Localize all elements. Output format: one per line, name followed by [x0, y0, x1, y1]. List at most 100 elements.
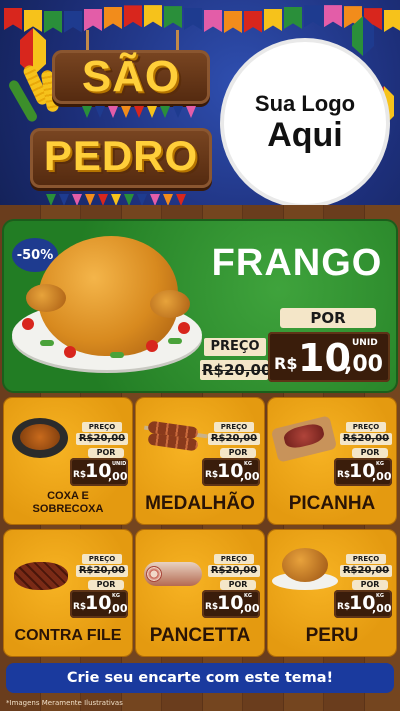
bunting-flag-icon [134, 106, 144, 118]
disclaimer: *Imagens Meramente Ilustrativas [6, 699, 123, 707]
title-sign-bottom: PEDRO [30, 128, 212, 188]
old-price: R$20,00 [202, 361, 272, 379]
preco-label: PREÇO [214, 422, 254, 432]
product-name: PERU [305, 625, 359, 646]
por-label: POR [220, 448, 256, 458]
price-unit: KG [112, 593, 120, 599]
bunting-flag-icon [173, 106, 183, 118]
festa-flag-icon [384, 10, 400, 32]
price-decimal: ,00 [372, 470, 392, 483]
cta-banner[interactable]: Crie seu encarte com este tema! [6, 663, 394, 693]
chicken-thigh-pan-icon [6, 400, 74, 464]
festa-flag-icon [4, 8, 22, 30]
por-label: POR [220, 580, 256, 590]
price-unit: KG [376, 461, 384, 467]
por-label: POR [352, 448, 388, 458]
title-line-2: PEDRO [43, 132, 199, 179]
festa-flag-icon [204, 9, 222, 32]
festa-flag-icon [184, 8, 202, 31]
festa-flag-icon [64, 10, 82, 33]
festa-flag-icon [104, 6, 122, 29]
price-currency: R$ [274, 354, 298, 373]
tomato-icon [22, 318, 34, 330]
featured-product-name: FRANGO [211, 242, 383, 284]
bunting-flag-icon [95, 106, 105, 118]
product-card[interactable]: PREÇO R$20,00 POR R$ 10,00 UNID COXA E SOBRECOX… [4, 398, 132, 524]
old-price: R$20,00 [340, 565, 392, 577]
festa-flag-icon [304, 5, 322, 28]
product-card[interactable]: PREÇO R$20,00 POR R$ 10,00 KG CONTRA FILE [4, 530, 132, 656]
logo-line-2: Aqui [267, 116, 343, 154]
bunting-flag-icon [186, 106, 196, 118]
product-card[interactable]: PREÇO R$20,00 POR R$ 10,00 KG MEDALHÃO [136, 398, 264, 524]
preco-label: PREÇO [82, 554, 122, 564]
price-box: R$ 10,00 KG [202, 458, 260, 486]
price-decimal: ,00 [372, 602, 392, 615]
preco-label: PREÇO [82, 422, 122, 432]
price-unit: KG [376, 593, 384, 599]
festa-flag-icon [324, 5, 342, 28]
bunting-flag-icon [121, 106, 131, 118]
logo-placeholder: Sua Logo Aqui [224, 42, 386, 204]
festa-flag-icon [124, 5, 142, 28]
preco-label: PREÇO [346, 422, 386, 432]
festa-flags [0, 5, 400, 36]
old-price: R$20,00 [76, 565, 128, 577]
festa-flag-icon [84, 9, 102, 31]
old-price: R$20,00 [208, 433, 260, 445]
price-unit: KG [244, 593, 252, 599]
product-card[interactable]: PREÇO R$20,00 POR R$ 10,00 KG PANCETTA [136, 530, 264, 656]
chicken-leg-icon [26, 284, 66, 312]
picanha-board-icon [270, 400, 338, 464]
price-decimal: ,00 [108, 602, 128, 615]
festa-flag-icon [264, 8, 282, 31]
chicken-leg-icon [150, 290, 190, 318]
old-price: R$20,00 [340, 433, 392, 445]
product-name: COXA E SOBRECOXA [32, 490, 104, 515]
old-price: R$20,00 [76, 433, 128, 445]
preco-label: PREÇO [204, 338, 266, 356]
por-label: POR [88, 448, 124, 458]
product-name: MEDALHÃO [145, 493, 255, 514]
price-decimal: ,00 [108, 470, 128, 483]
por-label: POR [88, 580, 124, 590]
tomato-icon [64, 346, 76, 358]
price-decimal: ,00 [240, 470, 260, 483]
herb-icon [40, 340, 54, 346]
price-box: R$ 10,00 KG [70, 590, 128, 618]
festa-flag-icon [224, 10, 242, 33]
steak-icon [6, 532, 74, 596]
roast-turkey-icon [270, 532, 338, 596]
price-box: R$ 10,00 KG [334, 590, 392, 618]
logo-line-1: Sua Logo [254, 91, 356, 116]
old-price: R$20,00 [208, 565, 260, 577]
festa-flag-icon [44, 10, 62, 33]
por-label: POR [280, 308, 376, 328]
pancetta-roll-icon [138, 532, 206, 596]
product-card[interactable]: PREÇO R$20,00 POR R$ 10,00 KG PERU [268, 530, 396, 656]
bunting-flag-icon [108, 106, 118, 118]
price-decimal: ,00 [240, 602, 260, 615]
price-integer: 10 [298, 336, 351, 380]
price-decimal: ,00 [344, 352, 383, 377]
tomato-icon [146, 340, 158, 352]
price-box: R$ 10 ,00 UNID [268, 332, 390, 382]
price-unit: KG [244, 461, 252, 467]
product-card[interactable]: PREÇO R$20,00 POR R$ 10,00 KG PICANHA [268, 398, 396, 524]
skewers-icon [138, 400, 208, 464]
festa-flag-icon [144, 5, 162, 28]
product-name: PICANHA [288, 493, 376, 514]
price-box: R$ 10,00 UNID [70, 458, 128, 486]
bunting-flag-icon [82, 106, 92, 118]
festa-flag-icon [164, 6, 182, 29]
hero-banner: SÃO PEDRO Sua Logo Aqui [0, 0, 400, 212]
festa-flag-icon [244, 10, 262, 33]
price-box: R$ 10,00 KG [202, 590, 260, 618]
bunting-flag-icon [147, 106, 157, 118]
herb-icon [168, 338, 182, 344]
festa-flag-icon [284, 6, 302, 29]
bunting-flag-icon [160, 106, 170, 118]
price-box: R$ 10,00 KG [334, 458, 392, 486]
price-unit: UNID [112, 461, 127, 467]
product-name: CONTRA FILE [14, 627, 122, 644]
